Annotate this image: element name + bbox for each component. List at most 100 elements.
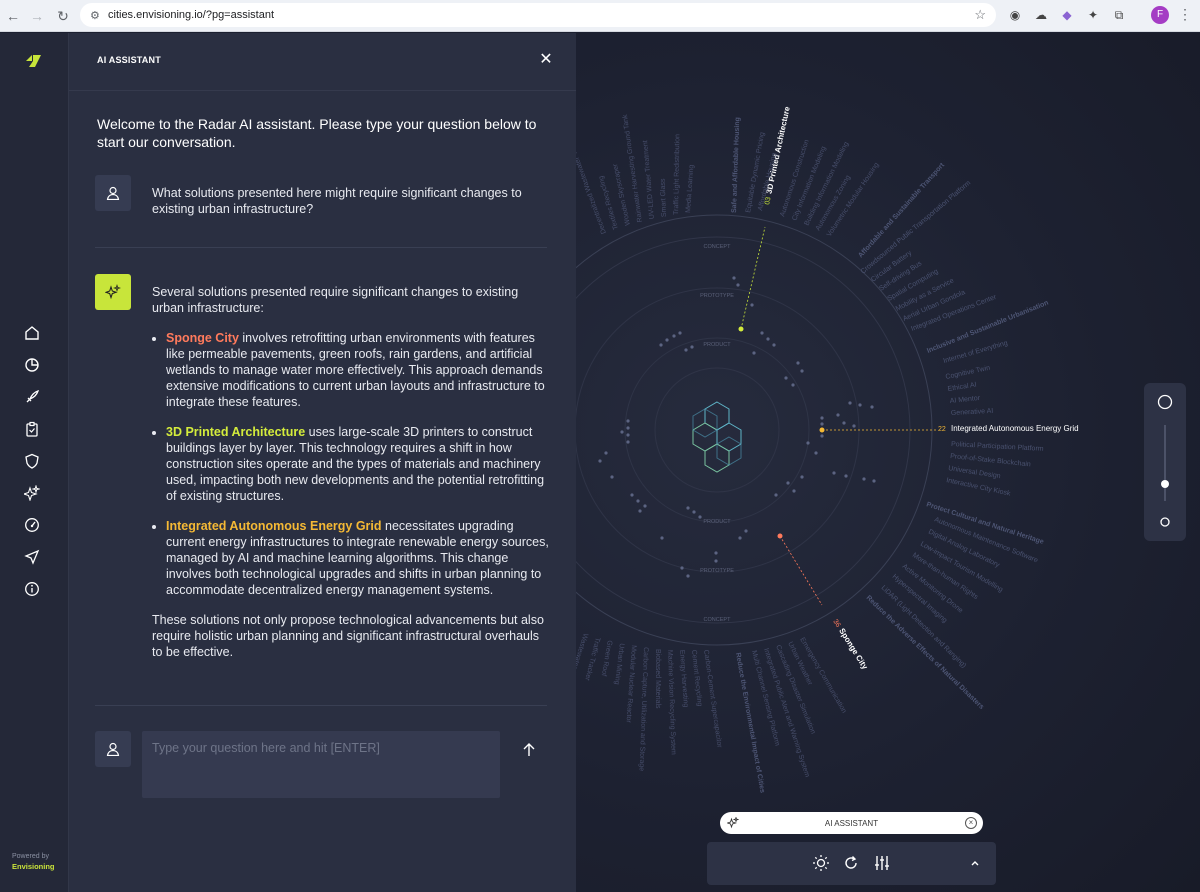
radar-item[interactable]: Cognitive Twin [945, 365, 991, 381]
clipboard-icon[interactable] [22, 419, 42, 439]
radar-center-hexagons-icon [692, 401, 742, 473]
connector-sponge-city [779, 535, 823, 606]
browser-menu-icon[interactable]: ⋮ [1178, 6, 1192, 23]
radar-item[interactable]: Carbon-Cement Supercapacitor [702, 649, 723, 749]
chart-pie-icon[interactable] [22, 355, 42, 375]
radar-visualization[interactable]: CONCEPT PROTOTYPE PRODUCT PRODUCT PROTOT… [576, 33, 1200, 892]
radar-item[interactable]: Proof-of-Stake Blockchain [950, 453, 1031, 468]
answer-item: Integrated Autonomous Energy Grid necess… [166, 518, 552, 598]
radar-item[interactable]: Modular Nuclear Reactor [625, 645, 637, 724]
radar-item[interactable]: Cement Recycling [690, 649, 703, 706]
radar-item[interactable]: Political Participation Platform [951, 441, 1044, 453]
radar-item[interactable]: Media Learning [685, 164, 695, 213]
info-icon[interactable] [22, 579, 42, 599]
category-housing[interactable]: Safe and Affordable Housing [731, 117, 741, 213]
radar-item[interactable]: Energy Harvesting [678, 650, 689, 708]
pill-close-icon[interactable]: × [965, 817, 977, 829]
home-icon[interactable] [22, 323, 42, 343]
profile-avatar[interactable]: F [1151, 6, 1169, 24]
assistant-header: AI ASSISTANT ✕ [69, 33, 576, 91]
shield-icon[interactable] [22, 451, 42, 471]
ai-pill-label: AI ASSISTANT [824, 818, 879, 828]
site-settings-icon[interactable]: ⚙ [90, 9, 108, 22]
answer-list: Sponge City involves retrofitting urban … [166, 330, 552, 598]
radar-item[interactable]: Autonomous Construction [779, 139, 811, 218]
radar-list-transport[interactable]: Crowdsourced Public Transportation Platf… [860, 180, 998, 333]
zoom-in-icon[interactable] [1157, 394, 1173, 410]
address-bar[interactable]: ⚙ cities.envisioning.io/?pg=assistant ☆ [80, 3, 996, 27]
label-text: Integrated Autonomous Energy Grid [951, 424, 1079, 433]
forward-icon[interactable]: → [24, 3, 50, 29]
cloud-extension-icon[interactable]: ☁ [1032, 6, 1050, 24]
envisioning-logo[interactable] [24, 53, 42, 69]
back-icon[interactable]: ← [0, 3, 26, 29]
ring-label-prototype: PROTOTYPE [700, 568, 734, 574]
blip-energy-grid[interactable] [819, 427, 825, 433]
label-num: 36 [831, 618, 841, 628]
radar-list-heritage[interactable]: Autonomous Maintenance Software Digital … [880, 516, 1039, 669]
radar-item[interactable]: AI Mentor [949, 395, 981, 405]
send-icon[interactable] [22, 547, 42, 567]
ring-label-concept: CONCEPT [704, 617, 732, 623]
radar-item[interactable]: Traffic Light Redistribution [673, 134, 681, 215]
solution-link-sponge-city[interactable]: Sponge City [166, 331, 239, 345]
chevron-up-icon[interactable] [966, 854, 984, 872]
radar-svg[interactable]: CONCEPT PROTOTYPE PRODUCT PRODUCT PROTOT… [576, 33, 1200, 892]
sun-icon[interactable] [812, 854, 830, 872]
zoom-out-icon[interactable] [1160, 517, 1170, 527]
reload-icon[interactable]: ↻ [50, 3, 76, 29]
ring-label-prototype: PROTOTYPE [700, 293, 734, 299]
radar-blips[interactable] [598, 276, 876, 578]
extension-icon[interactable]: ◆ [1058, 6, 1076, 24]
left-rail: Powered by Envisioning [0, 33, 69, 892]
radar-item[interactable]: Interactive City Kiosk [946, 477, 1012, 498]
powered-by[interactable]: Powered by Envisioning [12, 852, 55, 872]
rocket-icon[interactable] [22, 387, 42, 407]
radar-item[interactable]: Green Roof [600, 640, 613, 677]
solution-link-energy-grid[interactable]: Integrated Autonomous Energy Grid [166, 519, 382, 533]
refresh-icon[interactable] [842, 854, 860, 872]
radar-item[interactable]: UV-LED Water Treatment [642, 140, 656, 219]
radar-item[interactable]: Ethical AI [947, 381, 977, 392]
blip-sponge-city[interactable] [777, 533, 783, 539]
user-avatar-icon [95, 731, 131, 767]
puzzle-icon[interactable]: ⧉ [1110, 6, 1128, 24]
radar-item[interactable]: Smart Glass [660, 178, 668, 217]
message-divider [95, 247, 547, 248]
sparkles-icon[interactable] [22, 483, 42, 503]
zoom-control [1144, 383, 1186, 541]
close-icon[interactable]: ✕ [539, 52, 553, 68]
label-sponge-city[interactable]: 36 Sponge City [831, 617, 869, 671]
zoom-slider-handle[interactable] [1161, 480, 1169, 488]
answer-intro: Several solutions presented require sign… [152, 285, 519, 315]
sliders-icon[interactable] [873, 854, 891, 872]
ai-answer: Several solutions presented require sign… [152, 284, 552, 660]
blip-3d-printed-architecture[interactable] [738, 326, 744, 332]
solution-link-3d-printed-architecture[interactable]: 3D Printed Architecture [166, 425, 305, 439]
brand-name: Envisioning [12, 862, 55, 871]
welcome-message: Welcome to the Radar AI assistant. Pleas… [97, 116, 537, 150]
radar-list-top[interactable]: Decentralized Wastewater Treatment Texti… [576, 113, 881, 238]
question-input[interactable]: Type your question here and hit [ENTER] [142, 731, 500, 798]
user-avatar-icon [95, 175, 131, 211]
password-manager-icon[interactable]: ◉ [1006, 6, 1024, 24]
category-disasters[interactable]: Reduce the Adverse Effects of Natural Di… [865, 594, 985, 711]
radar-item[interactable]: Machine Vision Recycling System [666, 650, 677, 755]
radar-list-bottom[interactable]: Wastewater Analysis Platform Traffic Tra… [576, 632, 847, 778]
bookmark-star-icon[interactable]: ☆ [974, 7, 986, 23]
gauge-icon[interactable] [22, 515, 42, 535]
radar-list-urbanisation[interactable]: Internet of Everything Cognitive Twin Et… [943, 340, 1044, 498]
connector-3d-printed [740, 226, 766, 330]
label-energy-grid[interactable]: 22 Integrated Autonomous Energy Grid [938, 424, 1079, 433]
ai-assistant-pill[interactable]: AI ASSISTANT × [720, 812, 983, 834]
send-arrow-icon[interactable] [521, 742, 537, 758]
radar-item[interactable]: Carbon Capture, Utilization and Storage [638, 647, 649, 771]
incognito-extension-icon[interactable]: ✦ [1084, 6, 1102, 24]
user-question: What solutions presented here might requ… [152, 186, 522, 216]
assistant-title: AI ASSISTANT [97, 55, 161, 65]
radar-item[interactable]: Biobased Materials [654, 649, 661, 709]
radar-item[interactable]: Generative AI [951, 408, 994, 417]
ai-sparkle-icon [95, 274, 131, 310]
assistant-panel: AI ASSISTANT ✕ Welcome to the Radar AI a… [69, 33, 576, 892]
radar-item[interactable]: Urban Mining [613, 643, 625, 685]
